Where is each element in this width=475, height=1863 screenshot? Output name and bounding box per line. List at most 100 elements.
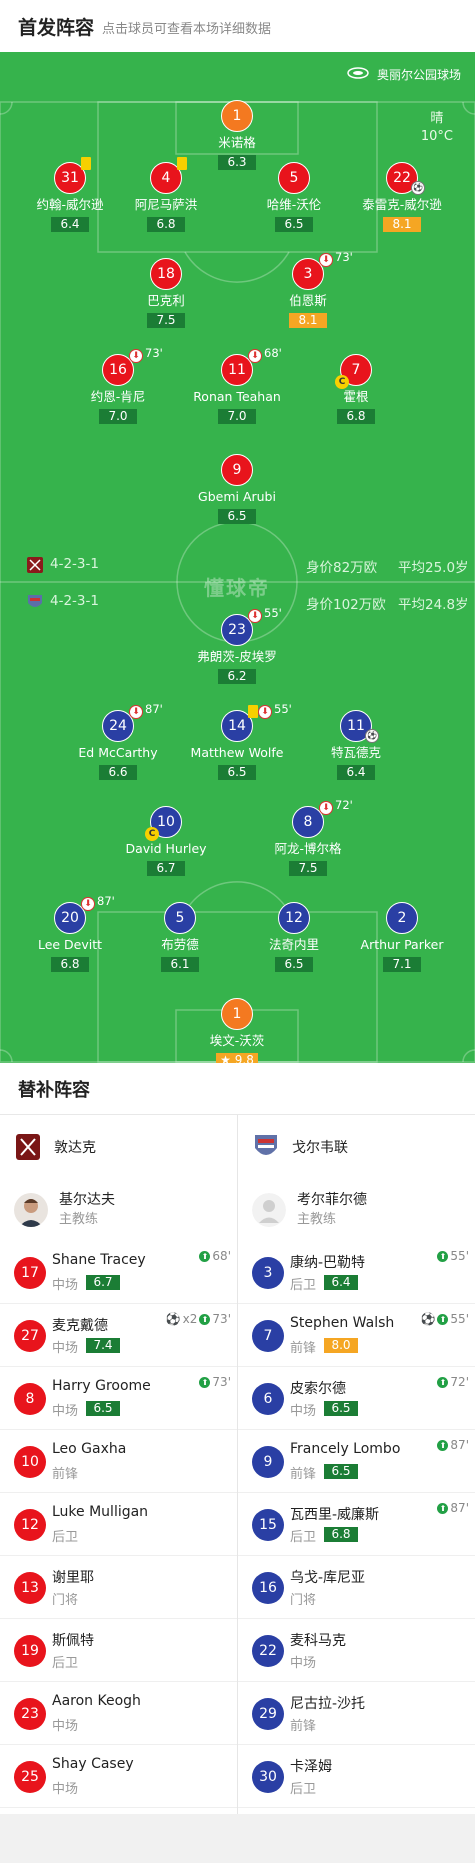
sub-in-minute: 87' [450, 1501, 469, 1515]
sub-player-name: Harry Groome [52, 1378, 151, 1394]
sub-in-icon: ⬆ [199, 1313, 211, 1325]
away-player[interactable]: 12 法奇内里 6.5 [234, 902, 354, 972]
sub-player-row[interactable]: 17 Shane Tracey 中场 6.7 ⬆ 68' [0, 1241, 237, 1304]
sub-player-row[interactable]: 15 瓦西里-威廉斯 后卫 6.8 ⬆ 87' [238, 1493, 475, 1556]
away-player[interactable]: 1 埃文-沃茨 ★ 9.8 [177, 998, 297, 1063]
player-number: 1 [221, 998, 253, 1030]
away-team-logo-icon [28, 595, 42, 607]
player-rating: ★ 9.8 [216, 1053, 258, 1063]
sub-player-row[interactable]: 19 斯佩特 后卫 [0, 1619, 237, 1682]
home-player[interactable]: 22 ⚽ 泰雷克-威尔逊 8.1 [342, 162, 462, 232]
home-player[interactable]: 16 ⬇ 73' 约恩-肯尼 7.0 [58, 346, 178, 424]
subs-panel: 敦达克 基尔达夫 主教练 17 Shane Tracey 中场 6.7 ⬆ 68' 27 麦克… [0, 1115, 475, 1814]
away-player[interactable]: 24 ⬇ 87' Ed McCarthy 6.6 [58, 702, 178, 780]
sub-player-position: 中场 [52, 1719, 79, 1734]
away-team-name: 戈尔韦联 [292, 1139, 348, 1156]
sub-player-number: 22 [252, 1635, 284, 1667]
venue: 奥丽尔公园球场 [347, 66, 461, 83]
sub-player-row[interactable]: 8 Harry Groome 中场 6.5 ⬆ 73' [0, 1367, 237, 1430]
player-name: Arthur Parker [360, 937, 444, 952]
player-number: 11 ⚽ [340, 710, 379, 743]
sub-out-icon: ⬇ [319, 253, 333, 267]
sub-player-row[interactable]: 23 Aaron Keogh 中场 [0, 1682, 237, 1745]
home-player[interactable]: 4 阿尼马萨洪 6.8 [106, 157, 226, 232]
away-player[interactable]: 20 ⬇ 87' Lee Devitt 6.8 [10, 894, 130, 972]
sub-event: ⬆ 68' [199, 1249, 231, 1263]
away-player[interactable]: 8 ⬇ 72' 阿龙-博尔格 7.5 [248, 798, 368, 876]
sub-player-number: 19 [14, 1635, 46, 1667]
home-player[interactable]: 9 Gbemi Arubi 6.5 [177, 454, 297, 524]
home-player[interactable]: 1 米诺格 6.3 [177, 100, 297, 170]
sub-minute: 55' [274, 702, 292, 716]
away-subs-team[interactable]: 戈尔韦联 [238, 1115, 475, 1178]
sub-player-position: 前锋 [290, 1341, 317, 1356]
sub-player-number: 16 [252, 1572, 284, 1604]
player-name: 泰雷克-威尔逊 [362, 197, 442, 212]
away-player[interactable]: 5 布劳德 6.1 [120, 902, 240, 972]
sub-player-row[interactable]: 13 谢里耶 门将 [0, 1556, 237, 1619]
sub-player-rating: 8.0 [324, 1338, 358, 1353]
sub-player-number: 9 [252, 1446, 284, 1478]
sub-player-row[interactable]: 16 乌戈-库尼亚 门将 [238, 1556, 475, 1619]
home-player[interactable]: 18 巴克利 7.5 [106, 258, 226, 328]
sub-player-row[interactable]: 12 Luke Mulligan 后卫 [0, 1493, 237, 1556]
player-number: 23 ⬇ 55' [221, 606, 282, 646]
sub-player-row[interactable]: 22 麦科马克 中场 [238, 1619, 475, 1682]
page-subtitle: 点击球员可查看本场详细数据 [102, 22, 272, 37]
sub-in-minute: 73' [212, 1375, 231, 1389]
sub-player-number: 17 [14, 1257, 46, 1289]
away-player[interactable]: 2 Arthur Parker 7.1 [342, 902, 462, 972]
sub-player-row[interactable]: 27 麦克戴德 中场 7.4 ⚽ x2 ⬆ 73' [0, 1304, 237, 1367]
player-name: 埃文-沃茨 [209, 1033, 265, 1048]
home-player[interactable]: 5 哈维-沃伦 6.5 [234, 162, 354, 232]
sub-player-row[interactable]: 29 尼古拉-沙托 前锋 [238, 1682, 475, 1745]
sub-player-number: 8 [14, 1383, 46, 1415]
away-player[interactable]: 14 ⬇ 55' Matthew Wolfe 6.5 [177, 702, 297, 780]
sub-player-row[interactable]: 10 Leo Gaxha 前锋 [0, 1430, 237, 1493]
sub-player-row[interactable]: 30 卡泽姆 后卫 [238, 1745, 475, 1808]
player-rating: 6.8 [51, 957, 89, 972]
sub-player-row[interactable]: 25 Shay Casey 中场 [0, 1745, 237, 1808]
player-number: 5 [164, 902, 196, 934]
sub-player-position: 后卫 [290, 1278, 317, 1293]
sub-player-name: Stephen Walsh [290, 1315, 395, 1331]
sub-player-row[interactable]: 7 Stephen Walsh 前锋 8.0 ⚽ ⬆ 55' [238, 1304, 475, 1367]
away-player[interactable]: 11 ⚽ 特瓦德克 6.4 [296, 710, 416, 780]
home-subs-column: 敦达克 基尔达夫 主教练 17 Shane Tracey 中场 6.7 ⬆ 68' 27 麦克… [0, 1115, 237, 1814]
sub-player-position: 门将 [52, 1593, 79, 1608]
player-number: 20 ⬇ 87' [54, 894, 115, 934]
sub-in-icon: ⬆ [437, 1250, 449, 1262]
sub-in-icon: ⬆ [199, 1250, 211, 1262]
player-rating: 6.8 [337, 409, 375, 424]
sub-minute: 72' [335, 798, 353, 812]
home-player[interactable]: 7 C 霍根 6.8 [296, 354, 416, 424]
home-coach[interactable]: 基尔达夫 主教练 [0, 1178, 237, 1241]
away-coach[interactable]: 考尔菲尔德 主教练 [238, 1178, 475, 1241]
player-number: 10 C [145, 806, 182, 841]
sub-out-icon: ⬇ [129, 705, 143, 719]
player-rating: 6.4 [51, 217, 89, 232]
yellow-card-icon [81, 157, 91, 170]
sub-player-position: 前锋 [52, 1467, 79, 1482]
weather: 晴 10°C [421, 110, 453, 146]
player-number: 12 [278, 902, 310, 934]
home-player[interactable]: 11 ⬇ 68' Ronan Teahan 7.0 [177, 346, 297, 424]
sub-player-row[interactable]: 3 康纳-巴勒特 后卫 6.4 ⬆ 55' [238, 1241, 475, 1304]
home-player[interactable]: 3 ⬇ 73' 伯恩斯 8.1 [248, 250, 368, 328]
home-team-logo-icon [16, 1133, 40, 1160]
sub-event: ⬆ 87' [437, 1501, 469, 1515]
sub-player-position: 后卫 [52, 1656, 79, 1671]
player-rating: 7.5 [289, 861, 327, 876]
sub-player-position: 中场 [52, 1341, 79, 1356]
player-name: 约恩-肯尼 [90, 389, 146, 404]
sub-player-row[interactable]: 6 皮索尔德 中场 6.5 ⬆ 72' [238, 1367, 475, 1430]
sub-player-name: 皮索尔德 [290, 1381, 346, 1397]
sub-in-icon: ⬆ [437, 1502, 449, 1514]
away-player[interactable]: 23 ⬇ 55' 弗朗茨-皮埃罗 6.2 [177, 606, 297, 684]
sub-player-row[interactable]: 9 Francely Lombo 前锋 6.5 ⬆ 87' [238, 1430, 475, 1493]
sub-player-name: 康纳-巴勒特 [290, 1255, 366, 1271]
home-subs-team[interactable]: 敦达克 [0, 1115, 237, 1178]
coach-name: 基尔达夫 [59, 1191, 115, 1208]
sub-player-rating: 6.7 [86, 1275, 120, 1290]
away-player[interactable]: 10 C David Hurley 6.7 [106, 806, 226, 876]
